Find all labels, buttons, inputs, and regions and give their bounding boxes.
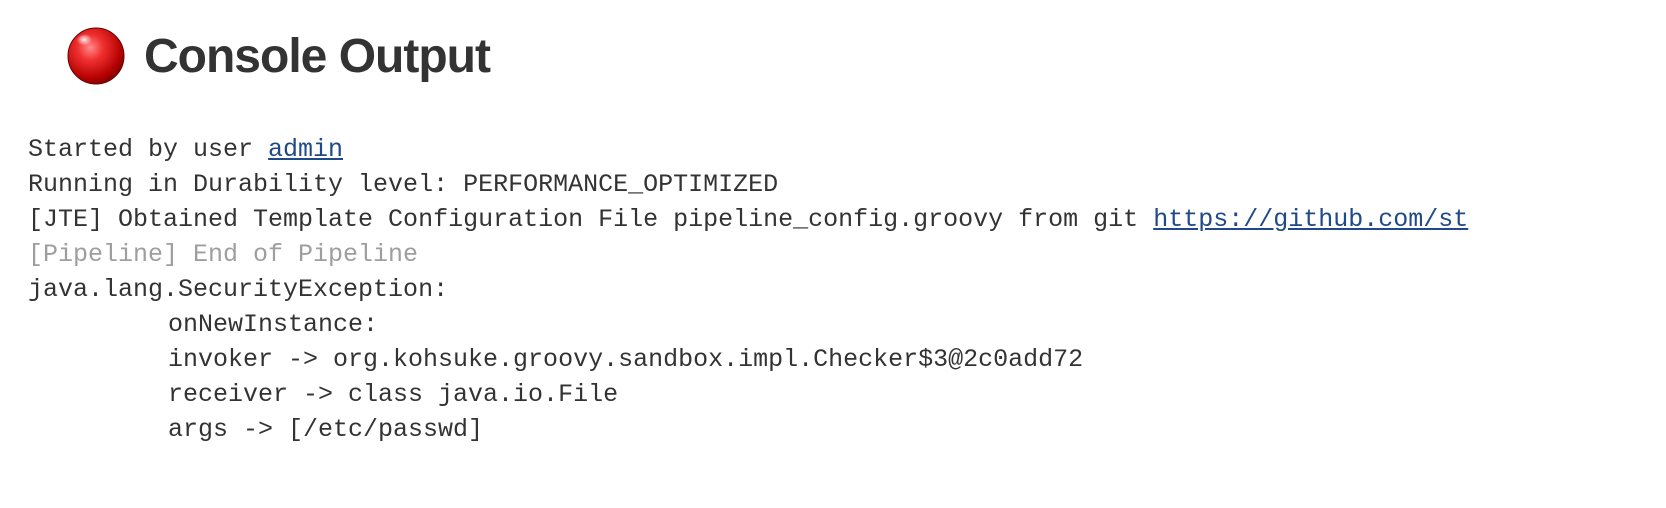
console-header: Console Output — [0, 0, 1666, 112]
jte-git-url-link[interactable]: https://github.com/st — [1153, 205, 1468, 234]
console-line: Started by user admin — [28, 132, 1666, 167]
pipeline-end-line: [Pipeline] End of Pipeline — [28, 237, 1666, 272]
started-by-prefix: Started by user — [28, 135, 268, 164]
console-line: Running in Durability level: PERFORMANCE… — [28, 167, 1666, 202]
build-status-icon — [64, 24, 128, 88]
jte-prefix: [JTE] Obtained Template Configuration Fi… — [28, 205, 1153, 234]
console-output: Started by user admin Running in Durabil… — [0, 112, 1666, 447]
exception-line: java.lang.SecurityException: — [28, 272, 1666, 307]
exception-line: invoker -> org.kohsuke.groovy.sandbox.im… — [28, 342, 1666, 377]
exception-line: receiver -> class java.io.File — [28, 377, 1666, 412]
page-title: Console Output — [144, 29, 490, 84]
exception-line: args -> [/etc/passwd] — [28, 412, 1666, 447]
exception-line: onNewInstance: — [28, 307, 1666, 342]
console-line: [JTE] Obtained Template Configuration Fi… — [28, 202, 1666, 237]
started-by-user-link[interactable]: admin — [268, 135, 343, 164]
